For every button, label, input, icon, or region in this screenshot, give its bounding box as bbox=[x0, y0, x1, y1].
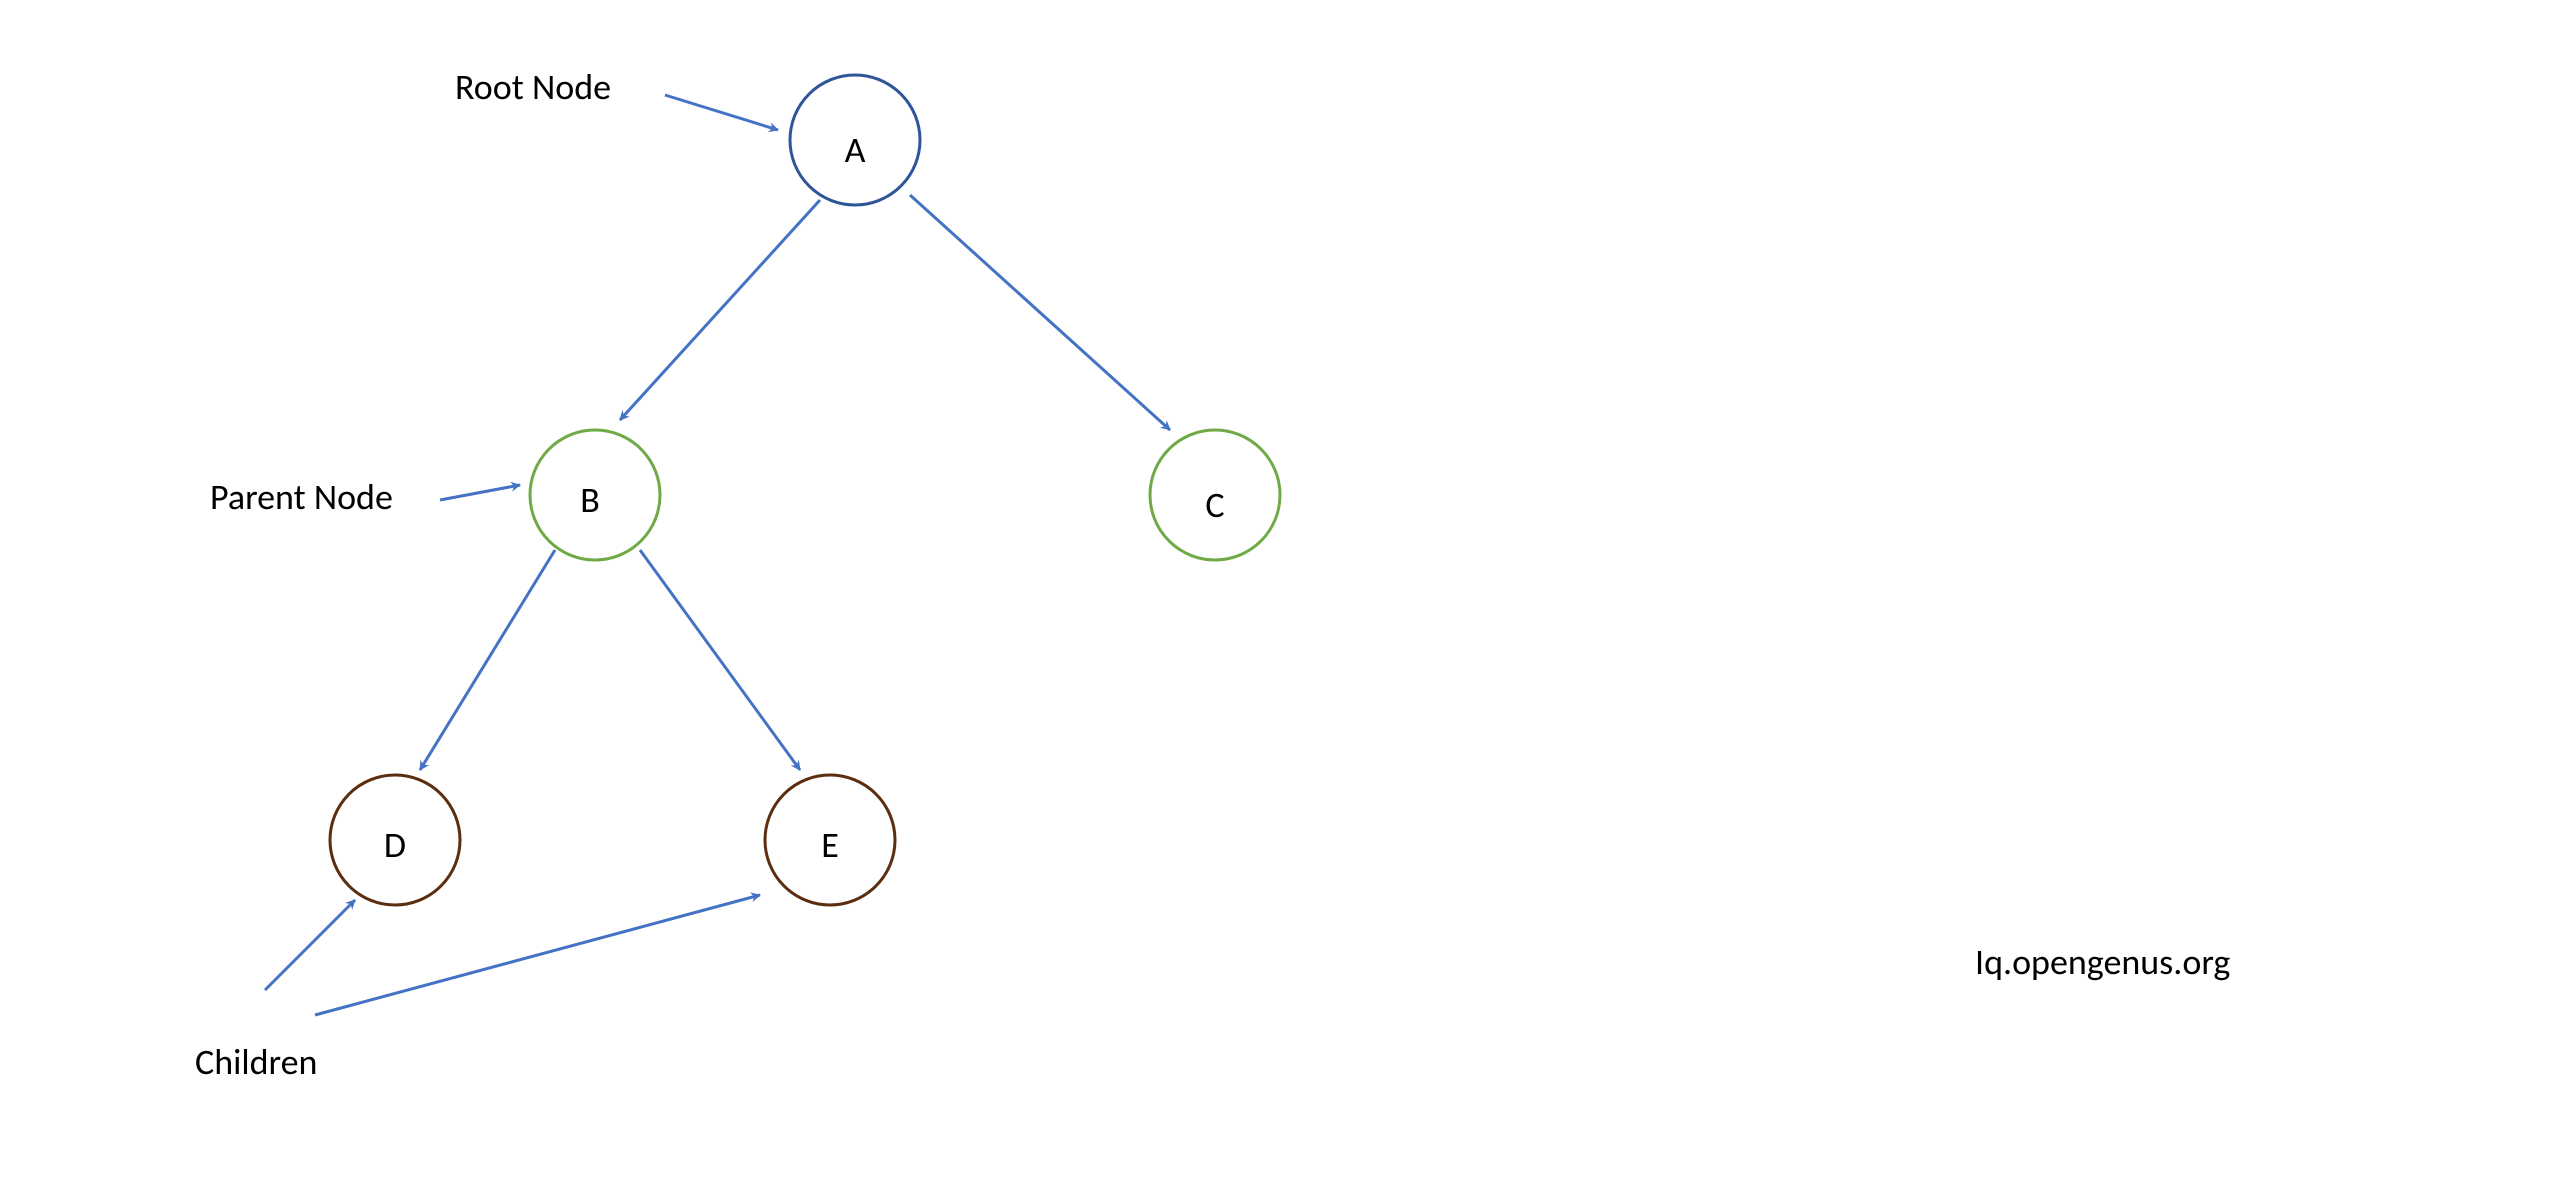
tree-svg bbox=[0, 0, 2550, 1195]
node-a-label: A bbox=[845, 128, 866, 172]
arrow-parent-label bbox=[440, 485, 520, 500]
edge-b-e bbox=[640, 550, 800, 770]
label-children: Children bbox=[195, 1040, 317, 1084]
node-d-label: D bbox=[384, 823, 406, 867]
node-b-label: B bbox=[580, 478, 600, 522]
node-e-label: E bbox=[821, 823, 839, 867]
diagram-canvas: A B C D E Root Node Parent Node Children… bbox=[0, 0, 2550, 1195]
node-c-label: C bbox=[1205, 483, 1224, 527]
edge-a-c bbox=[910, 195, 1170, 430]
edge-a-b bbox=[620, 200, 820, 420]
label-root-node: Root Node bbox=[455, 65, 611, 109]
attribution-text: Iq.opengenus.org bbox=[1975, 940, 2230, 984]
edge-b-d bbox=[420, 550, 555, 770]
arrow-root-label bbox=[665, 95, 778, 130]
arrow-children-to-d bbox=[265, 900, 355, 990]
label-parent-node: Parent Node bbox=[210, 475, 393, 519]
arrow-children-to-e bbox=[315, 895, 760, 1015]
